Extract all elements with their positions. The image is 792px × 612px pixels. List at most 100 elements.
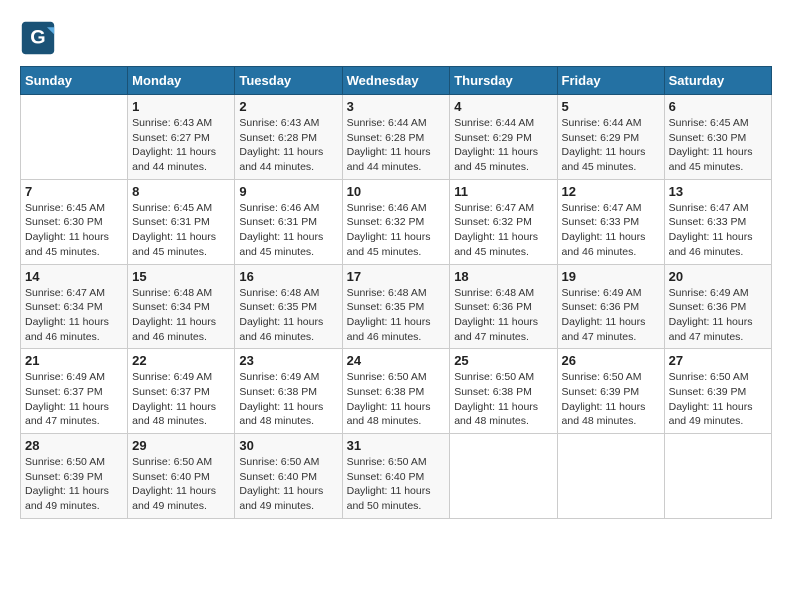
- calendar-cell: 15 Sunrise: 6:48 AM Sunset: 6:34 PM Dayli…: [128, 264, 235, 349]
- day-info: Sunrise: 6:48 AM Sunset: 6:34 PM Dayligh…: [132, 286, 230, 345]
- day-of-week-header: Tuesday: [235, 67, 342, 95]
- day-number: 25: [454, 353, 552, 368]
- calendar-week-row: 28 Sunrise: 6:50 AM Sunset: 6:39 PM Dayli…: [21, 434, 772, 519]
- day-number: 3: [347, 99, 446, 114]
- day-of-week-header: Sunday: [21, 67, 128, 95]
- day-info: Sunrise: 6:49 AM Sunset: 6:38 PM Dayligh…: [239, 370, 337, 429]
- day-info: Sunrise: 6:49 AM Sunset: 6:37 PM Dayligh…: [132, 370, 230, 429]
- calendar-week-row: 1Sunrise: 6:43 AM Sunset: 6:27 PM Daylig…: [21, 95, 772, 180]
- day-info: Sunrise: 6:49 AM Sunset: 6:37 PM Dayligh…: [25, 370, 123, 429]
- calendar-table: SundayMondayTuesdayWednesdayThursdayFrid…: [20, 66, 772, 519]
- day-info: Sunrise: 6:50 AM Sunset: 6:39 PM Dayligh…: [669, 370, 767, 429]
- calendar-cell: [450, 434, 557, 519]
- day-number: 28: [25, 438, 123, 453]
- day-number: 11: [454, 184, 552, 199]
- day-info: Sunrise: 6:50 AM Sunset: 6:39 PM Dayligh…: [562, 370, 660, 429]
- svg-text:G: G: [30, 26, 45, 48]
- day-info: Sunrise: 6:44 AM Sunset: 6:28 PM Dayligh…: [347, 116, 446, 175]
- day-of-week-header: Thursday: [450, 67, 557, 95]
- day-number: 6: [669, 99, 767, 114]
- day-number: 8: [132, 184, 230, 199]
- calendar-cell: 12Sunrise: 6:47 AM Sunset: 6:33 PM Dayli…: [557, 179, 664, 264]
- calendar-cell: 11 Sunrise: 6:47 AM Sunset: 6:32 PM Dayli…: [450, 179, 557, 264]
- calendar-cell: 25 Sunrise: 6:50 AM Sunset: 6:38 PM Dayli…: [450, 349, 557, 434]
- day-number: 26: [562, 353, 660, 368]
- day-info: Sunrise: 6:50 AM Sunset: 6:40 PM Dayligh…: [239, 455, 337, 514]
- calendar-cell: 13Sunrise: 6:47 AM Sunset: 6:33 PM Dayli…: [664, 179, 771, 264]
- day-info: Sunrise: 6:44 AM Sunset: 6:29 PM Dayligh…: [454, 116, 552, 175]
- calendar-week-row: 7 Sunrise: 6:45 AM Sunset: 6:30 PM Daylig…: [21, 179, 772, 264]
- day-number: 5: [562, 99, 660, 114]
- day-number: 2: [239, 99, 337, 114]
- day-info: Sunrise: 6:46 AM Sunset: 6:32 PM Dayligh…: [347, 201, 446, 260]
- calendar-cell: [664, 434, 771, 519]
- calendar-cell: 1Sunrise: 6:43 AM Sunset: 6:27 PM Daylig…: [128, 95, 235, 180]
- day-info: Sunrise: 6:45 AM Sunset: 6:30 PM Dayligh…: [25, 201, 123, 260]
- calendar-cell: 26 Sunrise: 6:50 AM Sunset: 6:39 PM Dayli…: [557, 349, 664, 434]
- calendar-cell: 5Sunrise: 6:44 AM Sunset: 6:29 PM Daylig…: [557, 95, 664, 180]
- day-info: Sunrise: 6:47 AM Sunset: 6:33 PM Dayligh…: [669, 201, 767, 260]
- day-number: 30: [239, 438, 337, 453]
- day-number: 23: [239, 353, 337, 368]
- day-info: Sunrise: 6:49 AM Sunset: 6:36 PM Dayligh…: [562, 286, 660, 345]
- day-info: Sunrise: 6:47 AM Sunset: 6:32 PM Dayligh…: [454, 201, 552, 260]
- day-number: 12: [562, 184, 660, 199]
- day-info: Sunrise: 6:48 AM Sunset: 6:35 PM Dayligh…: [239, 286, 337, 345]
- day-number: 21: [25, 353, 123, 368]
- day-number: 18: [454, 269, 552, 284]
- day-info: Sunrise: 6:46 AM Sunset: 6:31 PM Dayligh…: [239, 201, 337, 260]
- calendar-cell: 22 Sunrise: 6:49 AM Sunset: 6:37 PM Dayli…: [128, 349, 235, 434]
- day-of-week-header: Friday: [557, 67, 664, 95]
- day-of-week-header: Monday: [128, 67, 235, 95]
- day-info: Sunrise: 6:50 AM Sunset: 6:40 PM Dayligh…: [347, 455, 446, 514]
- day-info: Sunrise: 6:47 AM Sunset: 6:34 PM Dayligh…: [25, 286, 123, 345]
- calendar-cell: 16 Sunrise: 6:48 AM Sunset: 6:35 PM Dayli…: [235, 264, 342, 349]
- calendar-cell: 30 Sunrise: 6:50 AM Sunset: 6:40 PM Dayli…: [235, 434, 342, 519]
- day-number: 9: [239, 184, 337, 199]
- day-number: 16: [239, 269, 337, 284]
- day-number: 24: [347, 353, 446, 368]
- day-of-week-header: Saturday: [664, 67, 771, 95]
- logo: G: [20, 20, 60, 56]
- day-number: 7: [25, 184, 123, 199]
- calendar-cell: 9 Sunrise: 6:46 AM Sunset: 6:31 PM Daylig…: [235, 179, 342, 264]
- calendar-cell: 2 Sunrise: 6:43 AM Sunset: 6:28 PM Daylig…: [235, 95, 342, 180]
- calendar-week-row: 21 Sunrise: 6:49 AM Sunset: 6:37 PM Dayli…: [21, 349, 772, 434]
- day-info: Sunrise: 6:43 AM Sunset: 6:28 PM Dayligh…: [239, 116, 337, 175]
- day-of-week-header: Wednesday: [342, 67, 450, 95]
- day-info: Sunrise: 6:49 AM Sunset: 6:36 PM Dayligh…: [669, 286, 767, 345]
- calendar-week-row: 14 Sunrise: 6:47 AM Sunset: 6:34 PM Dayli…: [21, 264, 772, 349]
- logo-icon: G: [20, 20, 56, 56]
- day-number: 4: [454, 99, 552, 114]
- calendar-cell: 14 Sunrise: 6:47 AM Sunset: 6:34 PM Dayli…: [21, 264, 128, 349]
- page-header: G: [20, 20, 772, 56]
- day-number: 14: [25, 269, 123, 284]
- day-info: Sunrise: 6:45 AM Sunset: 6:30 PM Dayligh…: [669, 116, 767, 175]
- calendar-cell: 29Sunrise: 6:50 AM Sunset: 6:40 PM Dayli…: [128, 434, 235, 519]
- calendar-cell: 8Sunrise: 6:45 AM Sunset: 6:31 PM Daylig…: [128, 179, 235, 264]
- day-number: 15: [132, 269, 230, 284]
- calendar-cell: 10 Sunrise: 6:46 AM Sunset: 6:32 PM Dayli…: [342, 179, 450, 264]
- day-info: Sunrise: 6:48 AM Sunset: 6:36 PM Dayligh…: [454, 286, 552, 345]
- calendar-cell: 27 Sunrise: 6:50 AM Sunset: 6:39 PM Dayli…: [664, 349, 771, 434]
- calendar-cell: 7 Sunrise: 6:45 AM Sunset: 6:30 PM Daylig…: [21, 179, 128, 264]
- day-number: 31: [347, 438, 446, 453]
- calendar-cell: 21 Sunrise: 6:49 AM Sunset: 6:37 PM Dayli…: [21, 349, 128, 434]
- calendar-cell: 24Sunrise: 6:50 AM Sunset: 6:38 PM Dayli…: [342, 349, 450, 434]
- calendar-cell: 23 Sunrise: 6:49 AM Sunset: 6:38 PM Dayli…: [235, 349, 342, 434]
- day-info: Sunrise: 6:50 AM Sunset: 6:38 PM Dayligh…: [454, 370, 552, 429]
- calendar-cell: 19 Sunrise: 6:49 AM Sunset: 6:36 PM Dayli…: [557, 264, 664, 349]
- calendar-cell: 17Sunrise: 6:48 AM Sunset: 6:35 PM Dayli…: [342, 264, 450, 349]
- day-number: 1: [132, 99, 230, 114]
- day-info: Sunrise: 6:50 AM Sunset: 6:39 PM Dayligh…: [25, 455, 123, 514]
- day-number: 17: [347, 269, 446, 284]
- calendar-cell: 28 Sunrise: 6:50 AM Sunset: 6:39 PM Dayli…: [21, 434, 128, 519]
- day-number: 20: [669, 269, 767, 284]
- calendar-header-row: SundayMondayTuesdayWednesdayThursdayFrid…: [21, 67, 772, 95]
- day-number: 27: [669, 353, 767, 368]
- day-number: 19: [562, 269, 660, 284]
- day-number: 10: [347, 184, 446, 199]
- day-number: 22: [132, 353, 230, 368]
- calendar-cell: [21, 95, 128, 180]
- day-info: Sunrise: 6:50 AM Sunset: 6:40 PM Dayligh…: [132, 455, 230, 514]
